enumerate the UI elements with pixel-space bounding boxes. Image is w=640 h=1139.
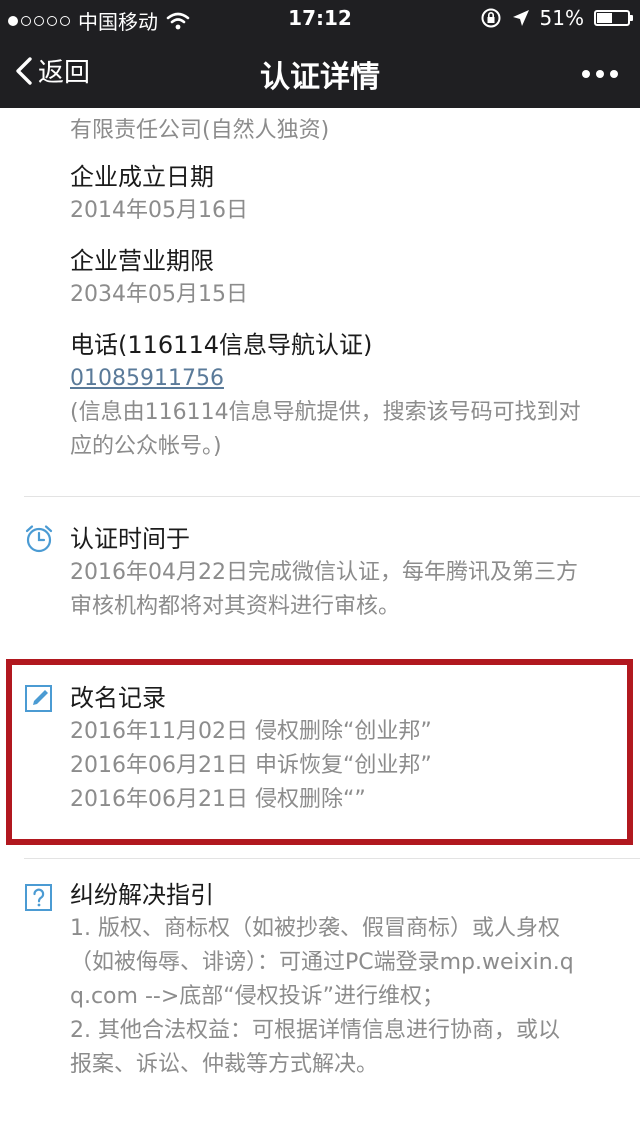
cert-time-line: 2016年04月22日完成微信认证，每年腾讯及第三方 [70,560,578,585]
cert-time-label: 认证时间于 [70,525,190,553]
dispute-guide-label: 纠纷解决指引 [70,881,214,909]
battery-percent: 51% [539,6,584,30]
dispute-guide-line: 报案、诉讼、仲裁等方式解决。 [70,1052,379,1077]
battery-icon [594,10,633,26]
more-dot [596,70,604,78]
dispute-guide-line: 1. 版权、商标权（如被抄袭、假冒商标）或人身权 [70,916,560,941]
business-term-label: 企业营业期限 [70,247,214,275]
business-term-value: 2034年05月15日 [70,282,248,307]
establish-date-label: 企业成立日期 [70,163,214,191]
nav-bar: 返回 认证详情 [0,36,640,108]
section-divider [24,496,640,497]
section-divider [24,858,640,859]
dispute-guide-line: q.com -->底部“侵权投诉”进行维权； [70,984,445,1009]
detail-content: 有限责任公司(自然人独资) 企业成立日期 2014年05月16日 企业营业期限 … [0,108,640,1139]
dispute-guide-item: 纠纷解决指引 1. 版权、商标权（如被抄袭、假冒商标）或人身权 （如被侮辱、诽谤… [70,878,630,1082]
alarm-clock-icon [25,525,53,553]
location-arrow-icon [512,10,529,26]
establish-date-value: 2014年05月16日 [70,198,248,223]
status-right: 51% [480,6,633,30]
more-dot [582,70,590,78]
more-menu-button[interactable] [582,70,618,78]
top-bar: 中国移动 17:12 51% 返回 认证详情 [0,0,640,108]
company-type-value: 有限责任公司(自然人独资) [70,118,330,143]
cert-time-item: 认证时间于 2016年04月22日完成微信认证，每年腾讯及第三方 审核机构都将对… [70,522,630,624]
phone-note-line: 应的公众帐号。) [70,434,222,459]
phone-label: 电话(116114信息导航认证) [70,331,373,359]
rename-highlight-box [6,659,633,845]
dispute-guide-line: （如被侮辱、诽谤）：可通过PC端登录mp.weixin.q [70,950,574,975]
cert-time-line: 审核机构都将对其资料进行审核。 [70,594,401,619]
business-term-item: 企业营业期限 2034年05月15日 [70,244,630,312]
phone-note-line: (信息由116114信息导航提供，搜索该号码可找到对 [70,400,581,425]
establish-date-item: 企业成立日期 2014年05月16日 [70,160,630,228]
page-title: 认证详情 [260,60,380,95]
phone-item: 电话(116114信息导航认证) 01085911756 (信息由116114信… [70,328,630,464]
status-bar: 中国移动 17:12 51% [0,0,640,36]
question-mark-icon [25,884,52,911]
rotation-lock-icon [481,8,501,28]
more-dot [610,70,618,78]
phone-number-link[interactable]: 01085911756 [70,362,630,396]
dispute-guide-line: 2. 其他合法权益：可根据详情信息进行协商，或以 [70,1018,560,1043]
